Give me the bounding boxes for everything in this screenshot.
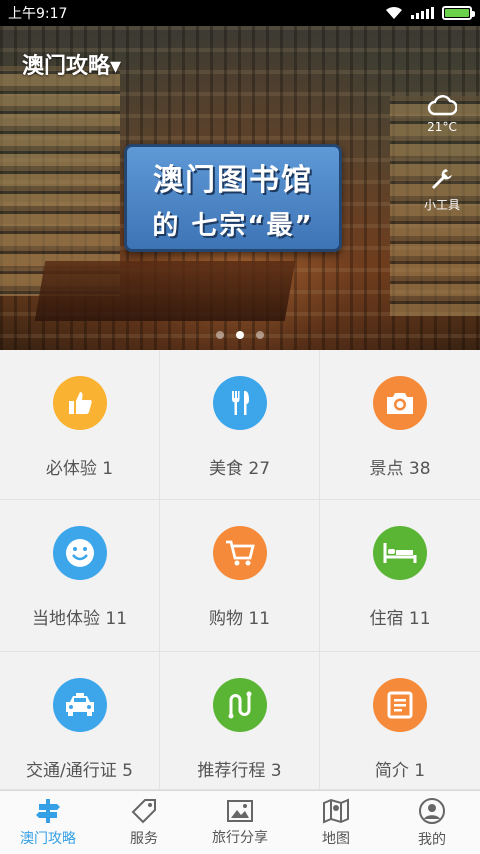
category-attractions[interactable]: 景点 38 <box>320 350 480 500</box>
category-introduction[interactable]: 简介 1 <box>320 652 480 790</box>
bed-icon <box>373 526 427 580</box>
tab-services[interactable]: 服务 <box>96 791 192 854</box>
battery-icon <box>442 6 475 20</box>
tools-button[interactable]: 小工具 <box>414 166 470 213</box>
category-lodging[interactable]: 住宿 11 <box>320 500 480 652</box>
tag-icon <box>131 798 156 823</box>
fork-knife-icon <box>212 376 267 430</box>
carousel-dot[interactable] <box>216 331 224 339</box>
tab-label: 澳门攻略 <box>20 830 76 847</box>
signpost-icon <box>36 798 60 823</box>
category-label: 简介 1 <box>374 761 426 781</box>
shopping-cart-icon <box>212 526 267 580</box>
tab-mine[interactable]: 我的 <box>384 791 480 854</box>
tools-label: 小工具 <box>423 198 460 212</box>
carousel-pager <box>0 331 480 339</box>
weather-widget[interactable]: 21°C <box>416 94 468 134</box>
tab-label: 旅行分享 <box>212 829 268 846</box>
tab-label: 我的 <box>418 831 446 848</box>
tab-label: 服务 <box>130 830 158 847</box>
status-icons <box>385 6 475 20</box>
banner-headline-card[interactable]: 澳门图书馆 的 七宗“最” <box>124 144 342 252</box>
category-label: 美食 27 <box>208 459 271 479</box>
route-icon <box>212 678 267 732</box>
tab-macau-guide[interactable]: 澳门攻略 <box>0 791 96 854</box>
tab-travel-share[interactable]: 旅行分享 <box>192 791 288 854</box>
category-label: 景点 38 <box>369 459 431 479</box>
wifi-icon <box>386 6 402 19</box>
category-label: 购物 11 <box>208 609 271 629</box>
banner-carousel[interactable]: 澳门攻略▾ 21°C 小工具 澳门图书馆 的 七宗“最” <box>0 26 480 350</box>
bottom-tab-bar: 澳门攻略 服务 旅行分享 地图 我的 <box>0 790 480 854</box>
wrench-icon <box>432 169 452 189</box>
category-must-experience[interactable]: 必体验 1 <box>0 350 160 500</box>
thumbs-up-icon <box>52 376 107 430</box>
category-label: 必体验 1 <box>45 459 114 479</box>
carousel-dot[interactable] <box>256 331 264 339</box>
taxi-icon <box>52 678 107 732</box>
tab-map[interactable]: 地图 <box>288 791 384 854</box>
picture-icon <box>227 799 253 822</box>
category-itineraries[interactable]: 推荐行程 3 <box>160 652 320 790</box>
weather-temperature: 21°C <box>427 120 457 134</box>
tab-label: 地图 <box>322 830 350 847</box>
status-time: 上午9:17 <box>8 6 68 22</box>
banner-table <box>34 261 296 321</box>
category-shopping[interactable]: 购物 11 <box>160 500 320 652</box>
status-bar: 上午9:17 <box>0 0 480 26</box>
category-label: 当地体验 11 <box>31 609 128 629</box>
person-icon <box>419 797 445 824</box>
cloud-icon <box>427 95 457 116</box>
map-icon <box>323 797 349 824</box>
smiley-icon <box>52 526 107 580</box>
category-transport[interactable]: 交通/通行证 5 <box>0 652 160 790</box>
signal-icon <box>411 7 434 19</box>
category-food[interactable]: 美食 27 <box>160 350 320 500</box>
city-selector[interactable]: 澳门攻略▾ <box>22 48 121 80</box>
category-label: 推荐行程 3 <box>197 761 282 781</box>
category-label: 住宿 11 <box>369 609 431 629</box>
carousel-dot-active[interactable] <box>236 331 244 339</box>
banner-headline-line2: 的 七宗“最” <box>152 210 314 241</box>
category-label: 交通/通行证 5 <box>26 761 133 781</box>
camera-icon <box>373 376 427 430</box>
city-selector-label: 澳门攻略▾ <box>22 54 122 79</box>
document-icon <box>373 678 427 732</box>
category-local-experience[interactable]: 当地体验 11 <box>0 500 160 652</box>
banner-headline-line1: 澳门图书馆 <box>153 162 313 198</box>
category-grid: 必体验 1 美食 27 景点 38 当地体验 11 购物 11 住宿 11 交通… <box>0 350 480 790</box>
